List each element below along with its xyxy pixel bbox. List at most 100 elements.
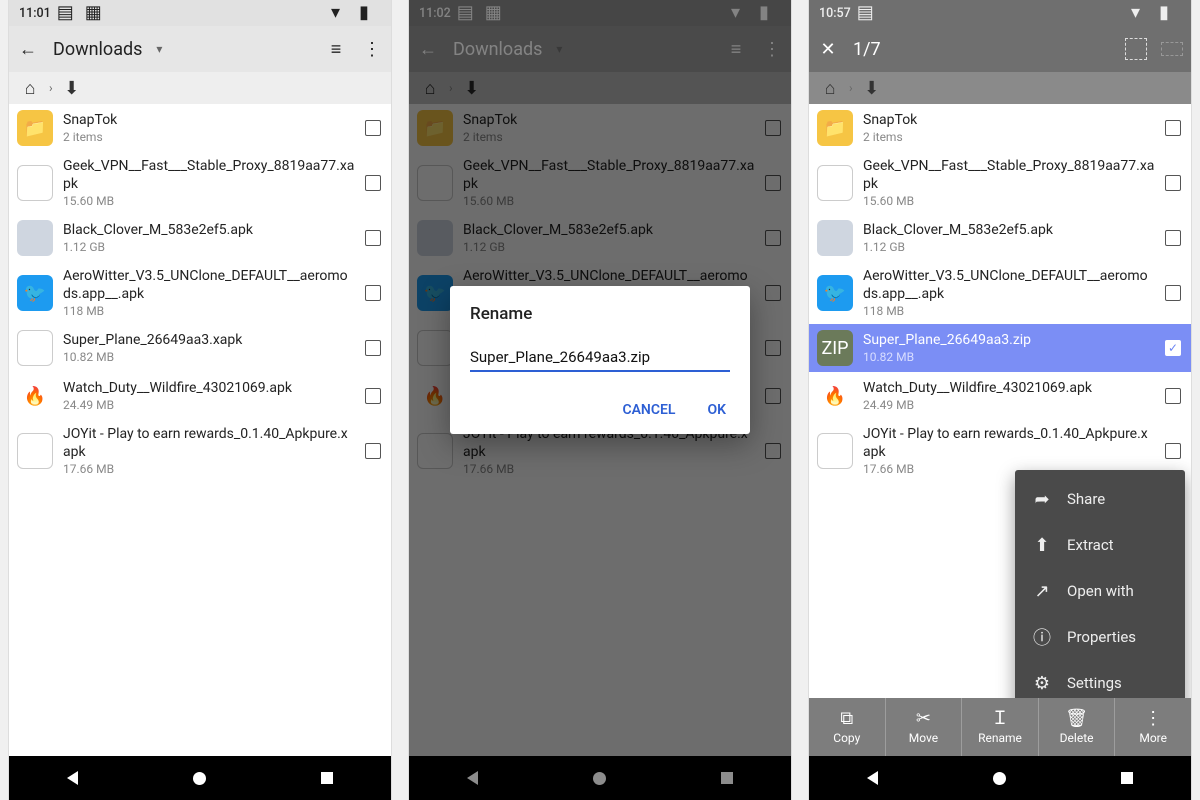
file-row[interactable]: 📁SnapTok2 items bbox=[809, 104, 1191, 152]
nav-home-icon[interactable] bbox=[990, 768, 1010, 788]
file-subtitle: 24.49 MB bbox=[63, 398, 355, 412]
select-all-icon[interactable] bbox=[1125, 38, 1147, 60]
file-subtitle: 15.60 MB bbox=[63, 194, 355, 208]
chevron-icon: › bbox=[49, 81, 53, 95]
phone-screen-2: 11:02 ▤ ▦ ▾ ▮ ← Downloads ▾ ≡ ⋮ ⌂ › ⬇ 📁S… bbox=[409, 0, 791, 800]
menu-item-properties[interactable]: ⓘProperties bbox=[1015, 614, 1185, 660]
wifi-icon: ▾ bbox=[1131, 2, 1153, 24]
download-icon[interactable]: ⬇ bbox=[861, 77, 883, 99]
menu-item-share[interactable]: ➦ Share bbox=[1015, 476, 1185, 522]
file-name: SnapTok bbox=[863, 112, 1155, 130]
invert-selection-icon[interactable] bbox=[1161, 42, 1183, 56]
file-name: Geek_VPN__Fast___Stable_Proxy_8819aa77.x… bbox=[63, 158, 355, 193]
file-row[interactable]: ZIPSuper_Plane_26649aa3.zip10.82 MB✓ bbox=[809, 324, 1191, 372]
toolbar: ← Downloads ▾ ≡ ⋮ bbox=[9, 26, 391, 72]
nav-back-icon[interactable] bbox=[63, 768, 83, 788]
battery-icon: ▮ bbox=[1159, 2, 1181, 24]
file-row[interactable]: 🐦AeroWitter_V3.5_UNClone_DEFAULT__aeromo… bbox=[809, 262, 1191, 324]
blank-icon bbox=[817, 165, 853, 201]
rename-input[interactable] bbox=[470, 344, 730, 372]
row-checkbox[interactable] bbox=[1165, 120, 1181, 136]
toolbar-title[interactable]: Downloads bbox=[53, 39, 142, 60]
cancel-button[interactable]: CANCEL bbox=[618, 394, 679, 426]
blank-icon bbox=[17, 165, 53, 201]
file-name: Super_Plane_26649aa3.xapk bbox=[63, 332, 355, 350]
dropdown-icon[interactable]: ▾ bbox=[156, 42, 162, 56]
view-toggle-icon[interactable]: ≡ bbox=[325, 38, 347, 60]
menu-item-extract[interactable]: ⬆ Extract bbox=[1015, 522, 1185, 568]
zip-icon: ZIP bbox=[817, 330, 853, 366]
ok-button[interactable]: OK bbox=[703, 394, 730, 426]
nav-back-icon[interactable] bbox=[863, 768, 883, 788]
file-row[interactable]: Black_Clover_M_583e2ef5.apk1.12 GB bbox=[809, 214, 1191, 262]
copy-icon: ⧉ bbox=[840, 710, 853, 728]
file-subtitle: 24.49 MB bbox=[863, 398, 1155, 412]
openwith-icon: ↗ bbox=[1031, 580, 1053, 602]
file-name: Watch_Duty__Wildfire_43021069.apk bbox=[863, 380, 1155, 398]
file-list[interactable]: 📁SnapTok2 items Geek_VPN__Fast___Stable_P… bbox=[9, 104, 391, 756]
action-rename[interactable]: Ｉ Rename bbox=[962, 698, 1038, 756]
back-icon[interactable]: ← bbox=[17, 38, 39, 60]
file-row[interactable]: Geek_VPN__Fast___Stable_Proxy_8819aa77.x… bbox=[809, 152, 1191, 214]
file-name: SnapTok bbox=[63, 112, 355, 130]
file-row[interactable]: JOYit - Play to earn rewards_0.1.40_Apkp… bbox=[9, 420, 391, 482]
file-subtitle: 2 items bbox=[63, 130, 355, 144]
nav-recent-icon[interactable] bbox=[1117, 768, 1137, 788]
action-delete[interactable]: 🗑 Delete bbox=[1039, 698, 1115, 756]
twitter-icon: 🐦 bbox=[817, 275, 853, 311]
fire-icon: 🔥 bbox=[817, 378, 853, 414]
folder-icon: 📁 bbox=[817, 110, 853, 146]
twitter-icon: 🐦 bbox=[17, 275, 53, 311]
file-subtitle: 1.12 GB bbox=[63, 240, 355, 254]
home-icon[interactable]: ⌂ bbox=[19, 77, 41, 99]
download-icon[interactable]: ⬇ bbox=[61, 77, 83, 99]
file-row[interactable]: Super_Plane_26649aa3.xapk10.82 MB bbox=[9, 324, 391, 372]
share-icon: ➦ bbox=[1031, 488, 1053, 510]
blank-icon bbox=[17, 330, 53, 366]
extract-icon: ⬆ bbox=[1031, 534, 1053, 556]
action-copy[interactable]: ⧉Copy bbox=[809, 698, 885, 756]
file-row[interactable]: 🔥 Watch_Duty__Wildfire_43021069.apk24.49 … bbox=[809, 372, 1191, 420]
rename-icon: Ｉ bbox=[991, 710, 1009, 728]
close-icon[interactable]: ✕ bbox=[817, 38, 839, 60]
action-more[interactable]: ⋮More bbox=[1115, 698, 1191, 756]
menu-item-label: Settings bbox=[1067, 674, 1122, 692]
action-label: Delete bbox=[1060, 731, 1094, 745]
home-icon[interactable]: ⌂ bbox=[819, 77, 841, 99]
row-checkbox[interactable] bbox=[365, 340, 381, 356]
menu-item-label: Open with bbox=[1067, 582, 1134, 600]
menu-item-label: Extract bbox=[1067, 536, 1114, 554]
row-checkbox[interactable]: ✓ bbox=[1165, 340, 1181, 356]
row-checkbox[interactable] bbox=[365, 285, 381, 301]
file-subtitle: 10.82 MB bbox=[863, 350, 1155, 364]
settings-icon: ⚙ bbox=[1031, 672, 1053, 694]
row-checkbox[interactable] bbox=[365, 120, 381, 136]
row-checkbox[interactable] bbox=[365, 388, 381, 404]
row-checkbox[interactable] bbox=[1165, 388, 1181, 404]
overflow-menu-icon[interactable]: ⋮ bbox=[361, 38, 383, 60]
more-icon: ⋮ bbox=[1144, 710, 1162, 728]
sd-icon: ▤ bbox=[857, 2, 879, 24]
nav-home-icon[interactable] bbox=[190, 768, 210, 788]
status-bar: 11:01 ▤ ▦ ▾ ▮ bbox=[9, 0, 391, 26]
file-row[interactable]: Geek_VPN__Fast___Stable_Proxy_8819aa77.x… bbox=[9, 152, 391, 214]
file-row[interactable]: 🐦AeroWitter_V3.5_UNClone_DEFAULT__aeromo… bbox=[9, 262, 391, 324]
row-checkbox[interactable] bbox=[1165, 443, 1181, 459]
file-name: Geek_VPN__Fast___Stable_Proxy_8819aa77.x… bbox=[863, 158, 1155, 193]
row-checkbox[interactable] bbox=[365, 175, 381, 191]
action-label: Rename bbox=[978, 731, 1022, 745]
row-checkbox[interactable] bbox=[365, 230, 381, 246]
row-checkbox[interactable] bbox=[365, 443, 381, 459]
file-row[interactable]: 🔥Watch_Duty__Wildfire_43021069.apk24.49 … bbox=[9, 372, 391, 420]
nav-recent-icon[interactable] bbox=[317, 768, 337, 788]
row-checkbox[interactable] bbox=[1165, 175, 1181, 191]
action-move[interactable]: ✂Move bbox=[886, 698, 962, 756]
menu-item-label: Share bbox=[1067, 490, 1105, 508]
row-checkbox[interactable] bbox=[1165, 230, 1181, 246]
menu-item-openwith[interactable]: ↗ Open with bbox=[1015, 568, 1185, 614]
app-icon: ▦ bbox=[85, 2, 107, 24]
row-checkbox[interactable] bbox=[1165, 285, 1181, 301]
file-row[interactable]: 📁SnapTok2 items bbox=[9, 104, 391, 152]
delete-icon: 🗑 bbox=[1065, 710, 1088, 728]
file-row[interactable]: Black_Clover_M_583e2ef5.apk1.12 GB bbox=[9, 214, 391, 262]
